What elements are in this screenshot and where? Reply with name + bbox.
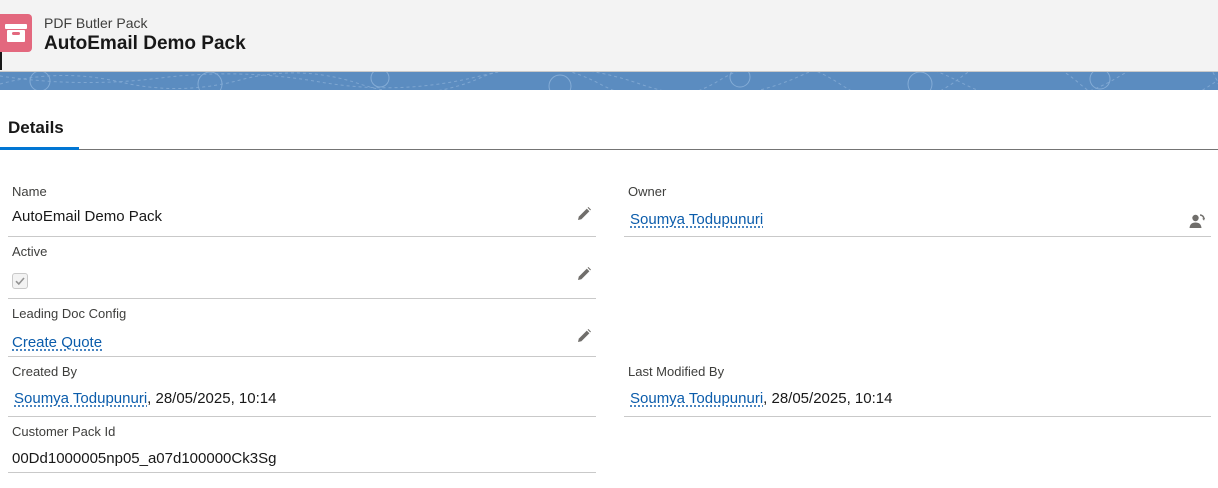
owner-link[interactable]: Soumya Todupunuri [630,211,763,228]
created-by-user-link[interactable]: Soumya Todupunuri [14,390,147,407]
object-type-label: PDF Butler Pack [44,15,148,31]
archive-box-icon [0,14,32,52]
field-created-by-label: Created By [12,364,78,379]
tab-details[interactable]: Details [0,110,79,150]
field-leading-doc-config-label: Leading Doc Config [12,306,127,321]
field-active: Active [8,240,596,299]
field-name-label: Name [12,184,47,199]
checkmark-icon [15,277,25,286]
field-customer-pack-id-label: Customer Pack Id [12,424,116,439]
field-active-label: Active [12,244,48,259]
pencil-icon[interactable] [576,266,592,282]
pencil-icon[interactable] [576,206,592,222]
field-leading-doc-config: Leading Doc Config Create Quote [8,302,596,357]
field-owner: Owner Soumya Todupunuri [624,180,1211,237]
leading-doc-config-link[interactable]: Create Quote [12,334,102,351]
change-owner-icon[interactable] [1189,213,1205,229]
active-checkbox [12,273,28,289]
field-last-modified-by-label: Last Modified By [628,364,725,379]
record-title: AutoEmail Demo Pack [44,33,246,54]
tab-details-label: Details [8,118,64,137]
last-modified-by-user-link[interactable]: Soumya Todupunuri [630,390,763,407]
field-customer-pack-id-value: 00Dd1000005np05_a07d100000Ck3Sg [12,450,277,467]
tab-bar: Details [0,110,1218,150]
icon-divider [0,52,2,70]
field-owner-label: Owner [628,184,667,199]
field-name-value: AutoEmail Demo Pack [12,208,163,225]
header-banner [0,72,1218,90]
field-name: Name AutoEmail Demo Pack [8,180,596,237]
field-customer-pack-id: Customer Pack Id 00Dd1000005np05_a07d100… [8,420,596,473]
pencil-icon[interactable] [576,328,592,344]
field-created-by: Created By Soumya Todupunuri, 28/05/2025… [8,360,596,417]
record-header: PDF Butler Pack AutoEmail Demo Pack [0,0,1218,72]
field-last-modified-by: Last Modified By Soumya Todupunuri, 28/0… [624,360,1211,417]
created-by-timestamp: , 28/05/2025, 10:14 [147,390,277,407]
last-modified-by-timestamp: , 28/05/2025, 10:14 [763,390,893,407]
